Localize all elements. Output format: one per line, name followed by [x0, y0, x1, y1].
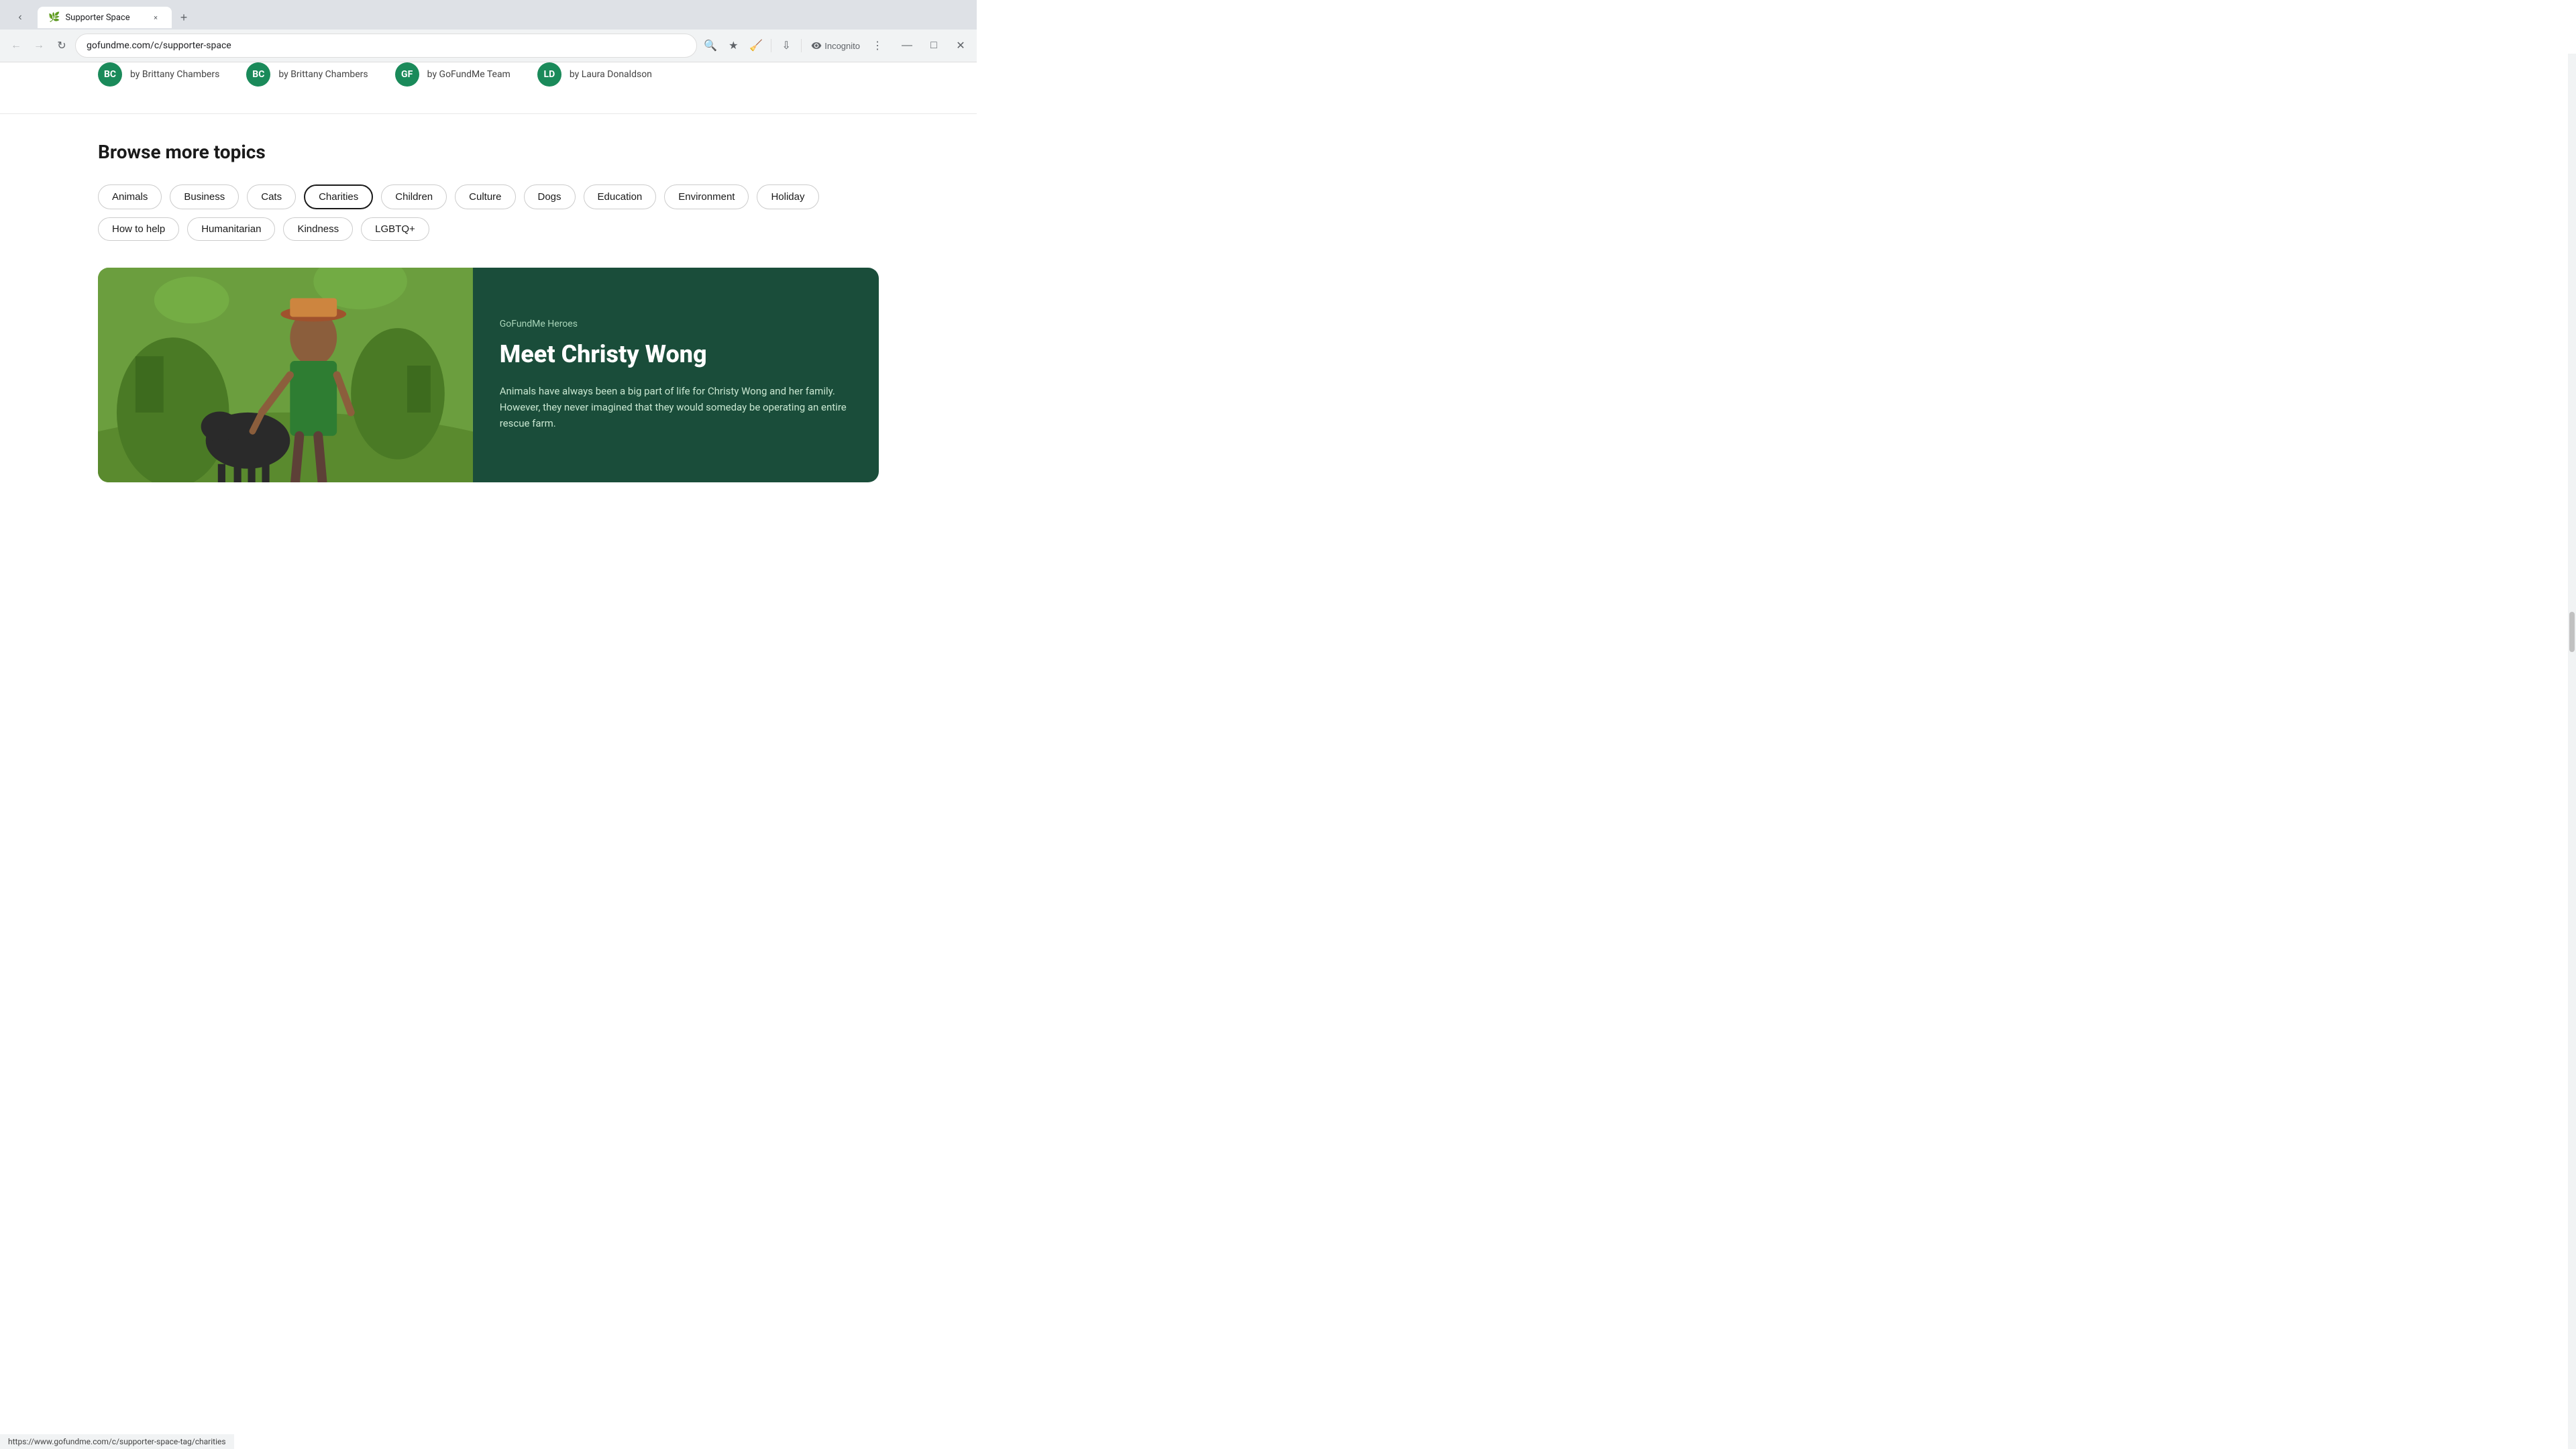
hero-tag: GoFundMe Heroes	[500, 319, 852, 329]
forward-button[interactable]: →	[28, 35, 50, 56]
nav-buttons: ← → ↻	[5, 35, 72, 56]
browser-toolbar: ← → ↻ gofundme.com/c/supporter-space 🔍 ★…	[0, 30, 977, 62]
topic-pill-children[interactable]: Children	[381, 184, 447, 209]
menu-button[interactable]: ⋮	[867, 35, 888, 56]
incognito-label: Incognito	[824, 41, 860, 51]
status-url: https://www.gofundme.com/c/supporter-spa…	[8, 1437, 226, 1446]
hero-illustration	[98, 268, 473, 482]
tab-bar: ‹ 🌿 Supporter Space × +	[0, 0, 977, 30]
topic-pill-lgbtq[interactable]: LGBTQ+	[361, 217, 429, 241]
author-card-1: BC by Brittany Chambers	[98, 62, 219, 87]
search-button[interactable]: 🔍	[700, 35, 721, 56]
author-avatar-4: LD	[537, 62, 561, 87]
hero-description: Animals have always been a big part of l…	[500, 383, 852, 431]
tab-navigation: ‹	[5, 5, 35, 30]
new-tab-button[interactable]: +	[174, 8, 193, 27]
close-window-button[interactable]: ✕	[950, 35, 971, 56]
toolbar-divider2	[801, 39, 802, 52]
author-name-4: by Laura Donaldson	[570, 69, 652, 80]
topic-pill-business[interactable]: Business	[170, 184, 239, 209]
tab-title: Supporter Space	[65, 13, 145, 23]
author-avatar-2: BC	[246, 62, 270, 87]
extensions-button[interactable]: 🧹	[745, 35, 767, 56]
author-name-3: by GoFundMe Team	[427, 69, 511, 80]
browser-chrome: ‹ 🌿 Supporter Space × + ← → ↻ gofundme.c…	[0, 0, 977, 62]
author-name-1: by Brittany Chambers	[130, 69, 219, 80]
status-bar: https://www.gofundme.com/c/supporter-spa…	[0, 1434, 234, 1449]
author-card-4: LD by Laura Donaldson	[537, 62, 652, 87]
topics-grid: Animals Business Cats Charities Children Cult…	[98, 184, 879, 241]
minimize-button[interactable]: —	[896, 35, 918, 56]
topic-pill-environment[interactable]: Environment	[664, 184, 749, 209]
tab-favicon: 🌿	[48, 12, 60, 23]
hero-title: Meet Christy Wong	[500, 340, 852, 369]
author-cards-section: BC by Brittany Chambers BC by Brittany C…	[0, 62, 977, 114]
hero-section: GoFundMe Heroes Meet Christy Wong Animal…	[98, 268, 879, 482]
download-button[interactable]: ⇩	[775, 35, 797, 56]
topic-pill-education[interactable]: Education	[584, 184, 657, 209]
hero-content: GoFundMe Heroes Meet Christy Wong Animal…	[473, 268, 879, 482]
author-card-2: BC by Brittany Chambers	[246, 62, 368, 87]
tab-back-button[interactable]: ‹	[11, 8, 30, 27]
browser-tab[interactable]: 🌿 Supporter Space ×	[38, 7, 172, 28]
topic-pill-dogs[interactable]: Dogs	[524, 184, 576, 209]
topic-pill-charities[interactable]: Charities	[304, 184, 373, 209]
browse-title: Browse more topics	[98, 141, 879, 163]
address-bar[interactable]: gofundme.com/c/supporter-space	[75, 34, 697, 58]
tab-close-button[interactable]: ×	[150, 12, 161, 23]
reload-button[interactable]: ↻	[51, 35, 72, 56]
incognito-button[interactable]: Incognito	[806, 35, 865, 56]
scrollbar-thumb[interactable]	[2569, 612, 2575, 652]
toolbar-actions: 🔍 ★ 🧹 ⇩ Incognito ⋮	[700, 35, 888, 56]
author-avatar-3: GF	[395, 62, 419, 87]
topic-pill-culture[interactable]: Culture	[455, 184, 515, 209]
author-avatar-1: BC	[98, 62, 122, 87]
topic-pill-cats[interactable]: Cats	[247, 184, 296, 209]
url-display: gofundme.com/c/supporter-space	[87, 40, 686, 51]
hero-image	[98, 268, 473, 482]
topic-pill-holiday[interactable]: Holiday	[757, 184, 818, 209]
back-button[interactable]: ←	[5, 35, 27, 56]
browse-topics-section: Browse more topics Animals Business Cats Ch…	[0, 114, 977, 268]
scrollbar[interactable]	[2568, 54, 2576, 1449]
maximize-button[interactable]: □	[923, 35, 945, 56]
topic-pill-how-to-help[interactable]: How to help	[98, 217, 179, 241]
author-card-3: GF by GoFundMe Team	[395, 62, 511, 87]
topic-pill-animals[interactable]: Animals	[98, 184, 162, 209]
author-name-2: by Brittany Chambers	[278, 69, 368, 80]
bookmark-button[interactable]: ★	[722, 35, 744, 56]
topic-pill-humanitarian[interactable]: Humanitarian	[187, 217, 275, 241]
topic-pill-kindness[interactable]: Kindness	[283, 217, 353, 241]
page-content: BC by Brittany Chambers BC by Brittany C…	[0, 62, 977, 482]
